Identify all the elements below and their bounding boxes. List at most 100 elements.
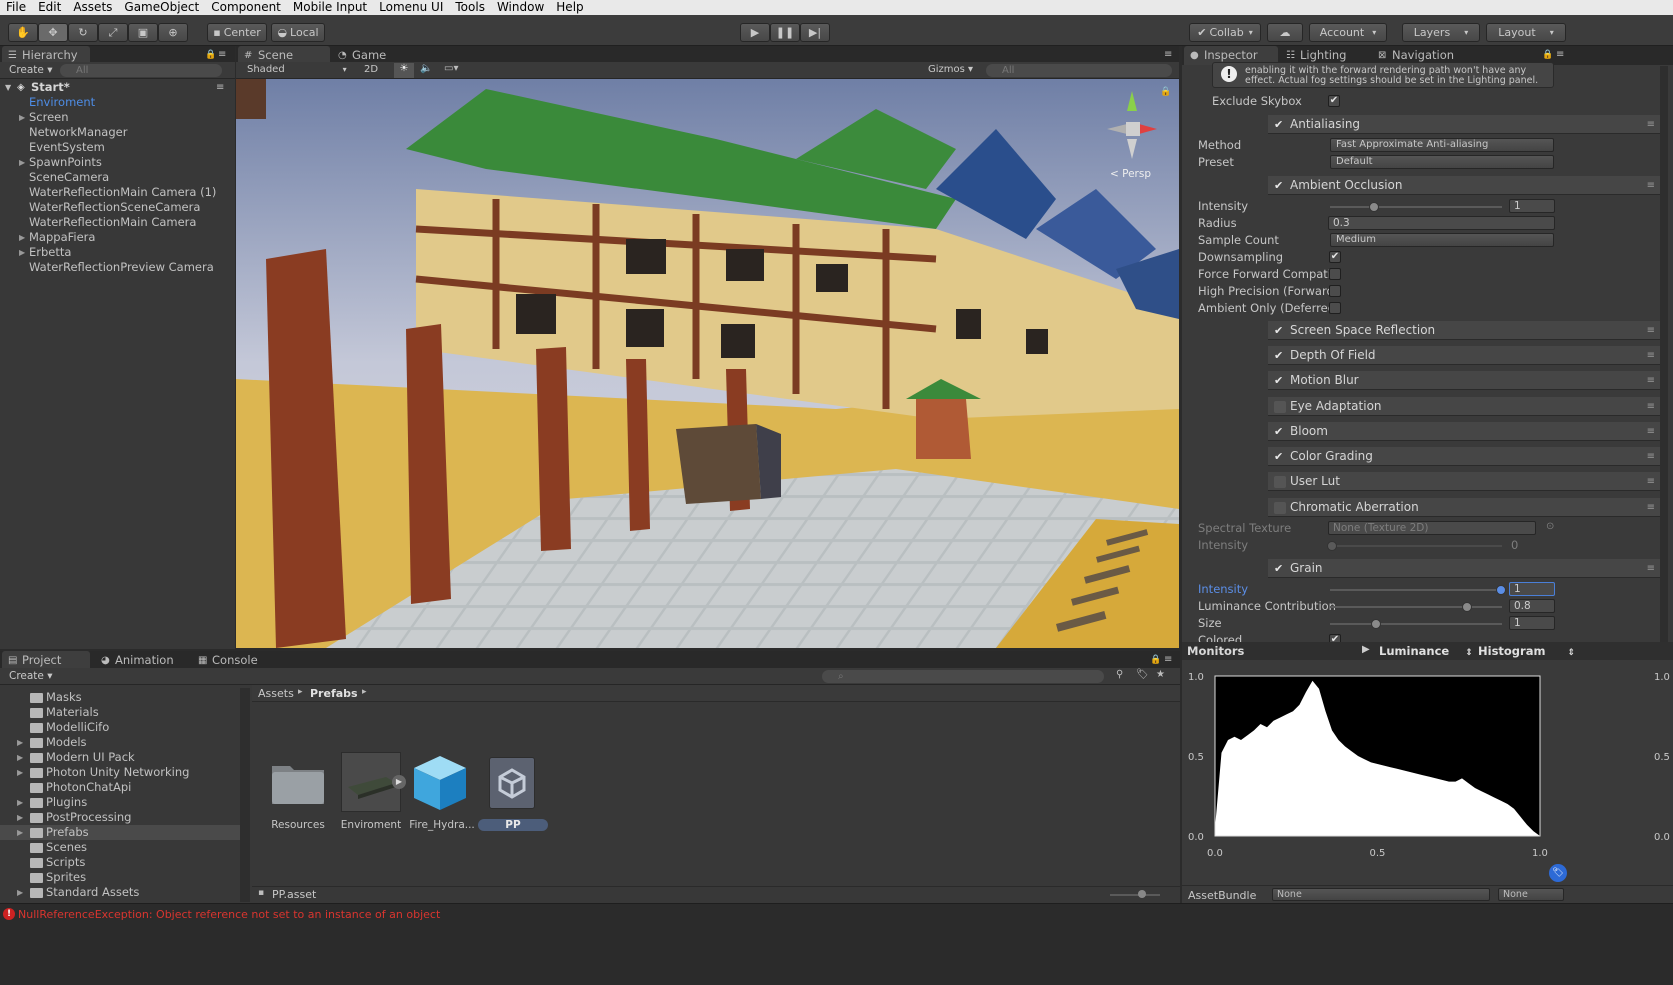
menu-assets[interactable]: Assets [67, 0, 118, 15]
expand-arrow-icon[interactable]: ▶ [19, 230, 25, 245]
expand-arrow-icon[interactable]: ▶ [17, 885, 23, 900]
hierarchy-item[interactable]: WaterReflectionMain Camera [29, 215, 196, 230]
collab-button[interactable]: ✔ Collab ▾ [1189, 23, 1261, 42]
panel-menu-icon[interactable]: ≡ [1556, 49, 1564, 60]
expand-arrow-icon[interactable]: ▶ [17, 735, 23, 750]
exclude-skybox-checkbox[interactable]: ✔ [1328, 95, 1340, 107]
expand-prefab-icon[interactable]: ▶ [392, 775, 406, 789]
folder-tree-item[interactable]: ▶ Plugins [0, 795, 240, 810]
settings-menu-icon[interactable]: ≡ [1647, 321, 1655, 340]
ao-intensity-slider[interactable] [1330, 206, 1502, 208]
settings-menu-icon[interactable]: ≡ [1647, 115, 1655, 134]
projection-label[interactable]: < Persp [1110, 168, 1151, 180]
color-grading-header[interactable]: ✔ Color Grading ≡ [1268, 447, 1663, 466]
lighting-toggle-icon[interactable]: ☀ [394, 63, 414, 78]
scene-root-row[interactable]: ▼ ◈ Start* ≡ [0, 80, 235, 95]
slider-knob[interactable] [1369, 202, 1379, 212]
enabled-check-icon[interactable]: ✔ [1274, 563, 1286, 575]
folder-tree-item[interactable]: ▶ Standard Assets [0, 885, 240, 900]
assetbundle-dropdown[interactable]: None [1272, 888, 1490, 901]
filter-label-icon[interactable]: 🏷 [1136, 669, 1149, 680]
ssr-header[interactable]: ✔ Screen Space Reflection ≡ [1268, 321, 1663, 340]
folder-tree-scrollbar[interactable] [240, 688, 250, 902]
panel-menu-icon[interactable]: ≡ [1164, 654, 1172, 665]
rotate-tool-button[interactable]: ↻ [68, 23, 98, 42]
grain-intensity-field[interactable]: 1 [1509, 582, 1555, 596]
gizmos-dropdown[interactable]: Gizmos ▾ [928, 64, 973, 75]
hierarchy-item[interactable]: WaterReflectionMain Camera (1) [29, 185, 216, 200]
ambient-only-checkbox[interactable] [1329, 302, 1341, 314]
expand-arrow-icon[interactable]: ▶ [17, 810, 23, 825]
hierarchy-create-button[interactable]: Create ▾ [9, 64, 53, 76]
eye-adaptation-header[interactable]: Eye Adaptation ≡ [1268, 397, 1663, 416]
label-tag-icon[interactable]: 🏷 [1549, 864, 1567, 882]
menu-tools[interactable]: Tools [449, 0, 491, 15]
project-create-button[interactable]: Create ▾ [9, 670, 53, 682]
settings-menu-icon[interactable]: ≡ [1647, 472, 1655, 491]
settings-menu-icon[interactable]: ≡ [1647, 498, 1655, 517]
account-dropdown[interactable]: Account ▾ [1309, 23, 1387, 42]
hierarchy-search-input[interactable]: All [60, 64, 222, 77]
folder-tree-item[interactable]: ModelliCifo [0, 720, 240, 735]
slider-knob[interactable] [1496, 585, 1506, 595]
disabled-check-icon[interactable] [1274, 502, 1286, 514]
disabled-check-icon[interactable] [1274, 476, 1286, 488]
folder-tree-item[interactable]: ▶ Photon Unity Networking [0, 765, 240, 780]
slider-knob[interactable] [1462, 602, 1472, 612]
menu-lomenu-ui[interactable]: Lomenu UI [373, 0, 449, 15]
expand-arrow-icon[interactable]: ▶ [17, 750, 23, 765]
hierarchy-item[interactable]: Erbetta [29, 245, 71, 260]
orientation-gizmo[interactable] [1102, 89, 1172, 159]
dof-header[interactable]: ✔ Depth Of Field ≡ [1268, 346, 1663, 365]
ambient-occlusion-header[interactable]: ✔ Ambient Occlusion ≡ [1268, 176, 1663, 195]
force-forward-checkbox[interactable] [1329, 268, 1341, 280]
grain-header[interactable]: ✔ Grain ≡ [1268, 559, 1663, 578]
object-picker-icon[interactable]: ⊙ [1546, 521, 1554, 532]
ao-radius-field[interactable]: 0.3 [1328, 216, 1555, 230]
audio-toggle-icon[interactable]: 🔈 [420, 63, 432, 74]
slider-knob[interactable] [1371, 619, 1381, 629]
folder-tree-item[interactable]: ▶ Modern UI Pack [0, 750, 240, 765]
expand-arrow-icon[interactable]: ▶ [17, 825, 23, 840]
cloud-button[interactable]: ☁ [1267, 23, 1303, 42]
step-button[interactable]: ▶| [800, 23, 830, 42]
enabled-check-icon[interactable]: ✔ [1274, 180, 1286, 192]
enabled-check-icon[interactable]: ✔ [1274, 375, 1286, 387]
settings-menu-icon[interactable]: ≡ [1647, 447, 1655, 466]
antialiasing-header[interactable]: ✔ Antialiasing ≡ [1268, 115, 1663, 134]
menu-help[interactable]: Help [550, 0, 589, 15]
histogram-dropdown[interactable]: Histogram ⇕ [1478, 644, 1575, 658]
scene-menu-icon[interactable]: ≡ [216, 80, 224, 95]
pivot-center-button[interactable]: ▪ Center [207, 23, 267, 42]
folder-tree-item[interactable]: ▶ Prefabs [0, 825, 240, 840]
pivot-local-button[interactable]: ◒ Local [271, 23, 325, 42]
motion-blur-header[interactable]: ✔ Motion Blur ≡ [1268, 371, 1663, 390]
folder-tree-item[interactable]: ▶ PostProcessing [0, 810, 240, 825]
folder-tree-item[interactable]: Materials [0, 705, 240, 720]
play-button[interactable]: ▶ [740, 23, 770, 42]
lock-icon[interactable]: 🔒 [1150, 655, 1161, 665]
layout-dropdown[interactable]: Layout ▾ [1486, 23, 1566, 42]
project-search-input[interactable]: ⌕ [822, 670, 1104, 683]
ao-intensity-field[interactable]: 1 [1509, 199, 1555, 213]
colored-checkbox[interactable]: ✔ [1329, 634, 1341, 642]
breadcrumb-prefabs[interactable]: Prefabs [310, 687, 358, 700]
aa-method-dropdown[interactable]: Fast Approximate Anti-aliasing [1330, 138, 1554, 152]
luminance-dropdown[interactable]: Luminance ⇕ [1379, 644, 1473, 658]
expand-arrow-icon[interactable]: ▶ [17, 795, 23, 810]
asset-pp-profile[interactable] [489, 757, 535, 809]
enabled-check-icon[interactable]: ✔ [1274, 426, 1286, 438]
folder-tree-item[interactable]: Sprites [0, 870, 240, 885]
chromatic-aberration-header[interactable]: Chromatic Aberration ≡ [1268, 498, 1663, 517]
spectral-texture-field[interactable]: None (Texture 2D) [1328, 521, 1536, 535]
asset-fire-hydrant-prefab[interactable] [410, 752, 470, 812]
grain-luminance-slider[interactable] [1330, 606, 1502, 608]
expand-arrow-icon[interactable]: ▶ [17, 765, 23, 780]
shading-mode-dropdown[interactable]: Shaded ▾ [247, 64, 347, 75]
aa-preset-dropdown[interactable]: Default [1330, 155, 1554, 169]
lock-icon[interactable]: 🔒 [1542, 50, 1553, 60]
thumbnail-size-slider[interactable] [1110, 894, 1160, 896]
settings-menu-icon[interactable]: ≡ [1647, 176, 1655, 195]
menu-component[interactable]: Component [205, 0, 287, 15]
expand-arrow-icon[interactable]: ▶ [19, 155, 25, 170]
